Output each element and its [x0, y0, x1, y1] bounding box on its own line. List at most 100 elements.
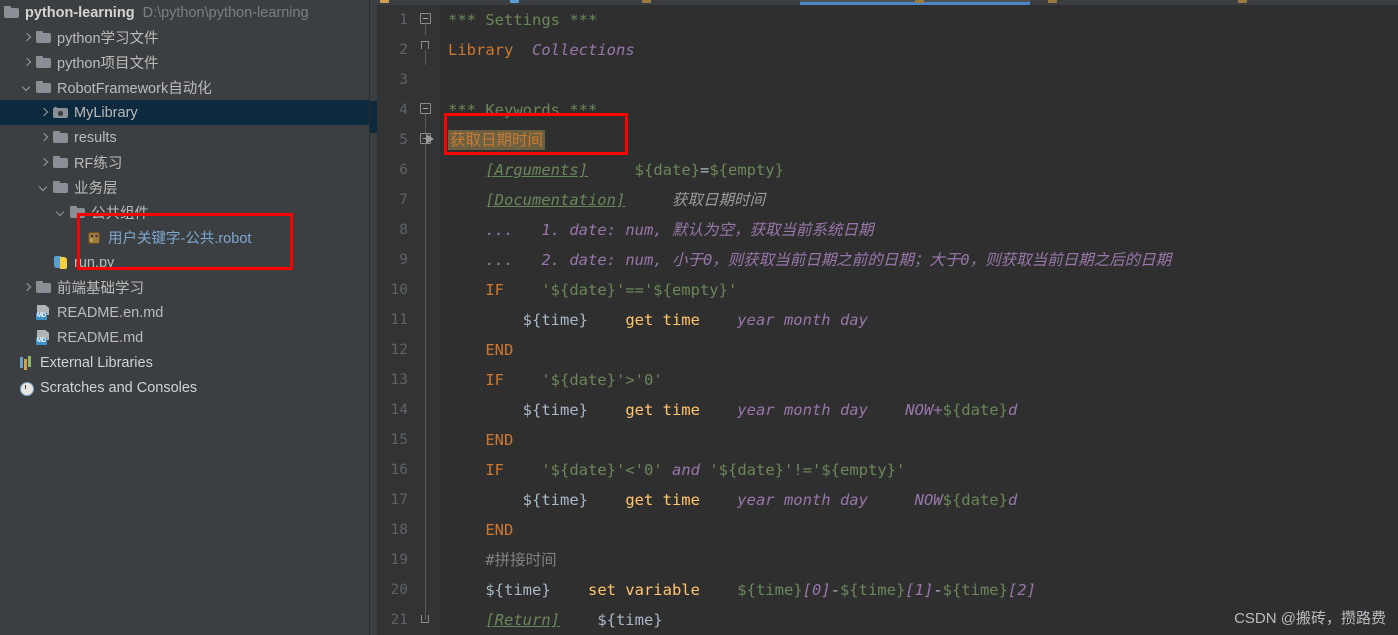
code-fold-marker[interactable]	[419, 425, 432, 455]
tree-row-run.py[interactable]: run.py	[0, 250, 369, 275]
tree-item-label: results	[74, 129, 117, 146]
chevron-down-icon[interactable]	[54, 206, 68, 220]
line-number: 9	[399, 252, 408, 268]
python-file-icon	[52, 254, 69, 271]
code-fold-marker[interactable]	[419, 455, 432, 485]
code-fold-marker[interactable]	[419, 275, 432, 305]
code-line[interactable]: #拼接时间	[448, 545, 1398, 575]
line-number: 8	[399, 222, 408, 238]
code-line[interactable]: IF '${date}'=='${empty}'	[448, 275, 1398, 305]
folder-icon	[52, 129, 69, 146]
tab-file-icon	[510, 0, 519, 3]
code-editor[interactable]: 1 2 3 4 5 6 7 8 9 10 11 12 13 14 15 16 17 18 19 20 21 *** Se…	[370, 0, 1398, 635]
tab-file-icon	[1238, 0, 1247, 3]
code-line[interactable]: ... 1. date: num, 默认为空，获取当前系统日期	[448, 215, 1398, 245]
chevron-right-icon[interactable]	[20, 31, 34, 45]
code-line[interactable]: [Documentation] 获取日期时间	[448, 185, 1398, 215]
tree-item-label: RobotFramework自动化	[57, 81, 212, 97]
code-fold-marker[interactable]	[419, 485, 432, 515]
code-fold-marker[interactable]	[419, 35, 432, 65]
code-fold-marker[interactable]	[419, 575, 432, 605]
tree-row-README.en.md[interactable]: README.en.md	[0, 300, 369, 325]
code-line[interactable]: ${time} get time year month day	[448, 305, 1398, 335]
code-line[interactable]: END	[448, 335, 1398, 365]
project-tree-panel[interactable]: python-learning D:\python\python-learning…	[0, 0, 370, 635]
code-line[interactable]: ${time} get time year month day NOW+${da…	[448, 395, 1398, 425]
tree-row-External Libraries[interactable]: External Libraries	[0, 350, 369, 375]
code-fold-marker[interactable]	[419, 605, 432, 635]
code-line[interactable]: ... 2. date: num, 小于0，则获取当前日期之前的日期；大于0，则…	[448, 245, 1398, 275]
external-libraries-icon	[18, 354, 35, 371]
tree-row-Scratches and Consoles[interactable]: Scratches and Consoles	[0, 375, 369, 400]
project-root-label: python-learning	[25, 4, 135, 21]
code-fold-marker[interactable]	[419, 305, 432, 335]
code-line[interactable]: [Arguments] ${date}=${empty}	[448, 155, 1398, 185]
code-fold-marker[interactable]	[419, 65, 432, 95]
tree-row-project-root[interactable]: python-learning D:\python\python-learning	[0, 0, 369, 25]
tree-row-公共组件[interactable]: 公共组件	[0, 200, 369, 225]
line-number: 1	[399, 12, 408, 28]
tree-row-前端基础学习[interactable]: 前端基础学习	[0, 275, 369, 300]
line-number: 6	[399, 162, 408, 178]
tree-row-MyLibrary[interactable]: MyLibrary	[0, 100, 369, 125]
code-area[interactable]: 1 2 3 4 5 6 7 8 9 10 11 12 13 14 15 16 17 18 19 20 21 *** Se…	[370, 5, 1398, 635]
tree-row-RobotFramework自动化[interactable]: RobotFramework自动化	[0, 75, 369, 100]
chevron-right-icon[interactable]	[37, 156, 51, 170]
tree-row-python项目文件[interactable]: python项目文件	[0, 50, 369, 75]
code-line[interactable]: ${time} set variable ${time}[0]-${time}[…	[448, 575, 1398, 605]
code-fold-marker[interactable]	[419, 335, 432, 365]
code-content[interactable]: *** Settings *** Library Collections *** K…	[440, 5, 1398, 635]
tree-row-README.md[interactable]: README.md	[0, 325, 369, 350]
code-line[interactable]: 获取日期时间	[448, 125, 1398, 155]
tree-item-label: python学习文件	[57, 31, 159, 47]
code-fold-marker[interactable]	[419, 215, 432, 245]
chevron-right-icon[interactable]	[37, 106, 51, 120]
chevron-right-icon[interactable]	[37, 131, 51, 145]
chevron-down-icon[interactable]	[37, 181, 51, 195]
code-line[interactable]: IF '${date}'>'0'	[448, 365, 1398, 395]
tree-row-用户关键字-公共.robot[interactable]: 用户关键字-公共.robot	[0, 225, 369, 250]
code-line[interactable]: ${time} get time year month day NOW${dat…	[448, 485, 1398, 515]
chevron-right-icon[interactable]	[20, 56, 34, 70]
line-number-gutter[interactable]: 1 2 3 4 5 6 7 8 9 10 11 12 13 14 15 16 17 18 19 20 21	[377, 5, 440, 635]
line-number: 14	[390, 402, 408, 418]
folder-icon	[35, 79, 52, 96]
folder-icon	[35, 54, 52, 71]
tree-row-results[interactable]: results	[0, 125, 369, 150]
folder-icon	[69, 204, 86, 221]
tab-file-icon	[1048, 0, 1057, 3]
code-fold-marker[interactable]	[419, 365, 432, 395]
line-number: 5	[399, 132, 408, 148]
line-number: 13	[390, 372, 408, 388]
tree-row-业务层[interactable]: 业务层	[0, 175, 369, 200]
code-fold-marker[interactable]	[419, 245, 432, 275]
source-folder-icon	[52, 104, 69, 121]
watermark-text: CSDN @搬砖，攒路费	[1234, 610, 1386, 627]
line-number: 17	[390, 492, 408, 508]
code-line[interactable]: *** Settings ***	[448, 5, 1398, 35]
code-fold-marker[interactable]	[419, 185, 432, 215]
code-fold-marker[interactable]	[419, 95, 432, 125]
tree-row-python学习文件[interactable]: python学习文件	[0, 25, 369, 50]
code-fold-marker[interactable]	[419, 5, 432, 35]
code-fold-marker[interactable]	[419, 125, 434, 155]
line-number: 3	[399, 72, 408, 88]
run-keyword-icon[interactable]	[426, 134, 434, 144]
code-line[interactable]: *** Keywords ***	[448, 95, 1398, 125]
code-fold-marker[interactable]	[419, 395, 432, 425]
chevron-down-icon[interactable]	[20, 81, 34, 95]
code-line[interactable]: IF '${date}'<'0' and '${date}'!='${empty…	[448, 455, 1398, 485]
robot-file-icon	[86, 229, 103, 246]
tab-file-icon	[642, 0, 651, 3]
code-line[interactable]	[448, 65, 1398, 95]
code-fold-marker[interactable]	[419, 545, 432, 575]
code-fold-marker[interactable]	[419, 515, 432, 545]
tree-row-RF练习[interactable]: RF练习	[0, 150, 369, 175]
code-fold-marker[interactable]	[419, 155, 432, 185]
code-line[interactable]: END	[448, 515, 1398, 545]
code-line[interactable]: END	[448, 425, 1398, 455]
chevron-right-icon[interactable]	[20, 281, 34, 295]
tree-item-label: run.py	[74, 254, 115, 271]
code-line[interactable]: Library Collections	[448, 35, 1398, 65]
